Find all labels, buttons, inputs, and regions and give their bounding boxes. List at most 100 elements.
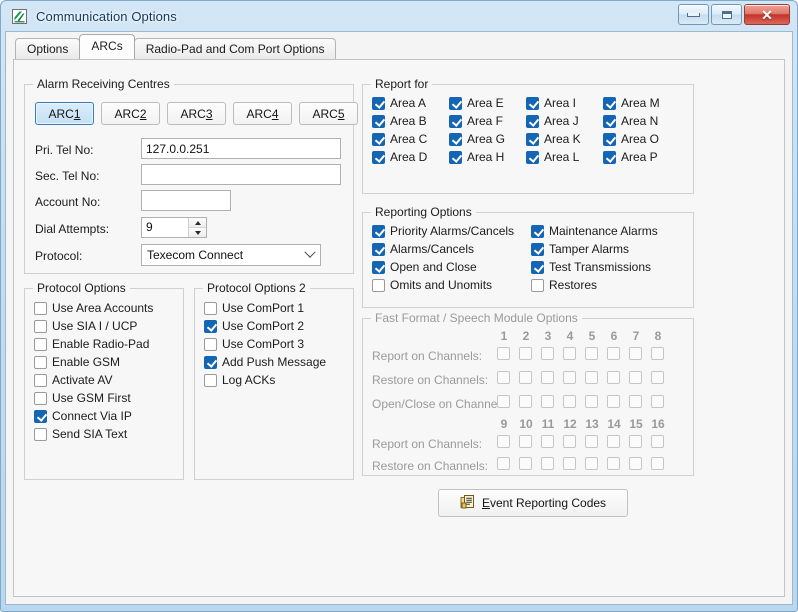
checkbox-send-sia-text[interactable]: Send SIA Text	[34, 427, 127, 441]
grid-checkbox-report-16[interactable]	[651, 435, 664, 448]
grid-checkbox-restore-12[interactable]	[563, 457, 576, 470]
checkbox-area-e[interactable]: Area E	[449, 96, 504, 110]
grid-checkbox-restore-8[interactable]	[651, 371, 664, 384]
grid-checkbox-restore-14[interactable]	[607, 457, 620, 470]
arc-button-3[interactable]: ARC 3	[167, 102, 226, 125]
dial-attempts-decrement-button[interactable]	[189, 227, 206, 237]
close-button[interactable]: ✕	[744, 4, 790, 25]
checkbox-area-p[interactable]: Area P	[603, 150, 658, 164]
checkbox-use-comport-1[interactable]: Use ComPort 1	[204, 301, 304, 315]
checkbox-area-o[interactable]: Area O	[603, 132, 659, 146]
checkbox-area-h[interactable]: Area H	[449, 150, 504, 164]
checkbox-area-l[interactable]: Area L	[526, 150, 579, 164]
grid-checkbox-restore-1[interactable]	[497, 371, 510, 384]
grid-checkbox-restore-5[interactable]	[585, 371, 598, 384]
checkbox-omits-and-unomits[interactable]: Omits and Unomits	[372, 278, 492, 292]
checkbox-use-sia-i-ucp[interactable]: Use SIA I / UCP	[34, 319, 137, 333]
checkbox-priority-alarms-cancels[interactable]: Priority Alarms/Cancels	[372, 224, 514, 238]
checkbox-area-n[interactable]: Area N	[603, 114, 658, 128]
maximize-button[interactable]	[711, 4, 742, 25]
grid-checkbox-report-7[interactable]	[629, 347, 642, 360]
protocol-select[interactable]: Texecom Connect	[141, 244, 321, 266]
grid-checkbox-report-1[interactable]	[497, 347, 510, 360]
checkbox-restores[interactable]: Restores	[531, 278, 597, 292]
grid-checkbox-restore-10[interactable]	[519, 457, 532, 470]
grid-checkbox-report-11[interactable]	[541, 435, 554, 448]
minimize-button[interactable]	[678, 4, 709, 25]
grid-checkbox-openclose-8[interactable]	[651, 395, 664, 408]
grid-checkbox-openclose-7[interactable]	[629, 395, 642, 408]
grid-checkbox-report-4[interactable]	[563, 347, 576, 360]
checkbox-add-push-message[interactable]: Add Push Message	[204, 355, 326, 369]
grid-checkbox-report-2[interactable]	[519, 347, 532, 360]
grid-checkbox-restore-13[interactable]	[585, 457, 598, 470]
grid-checkbox-openclose-2[interactable]	[519, 395, 532, 408]
account-no-input[interactable]	[141, 190, 231, 211]
grid-checkbox-openclose-1[interactable]	[497, 395, 510, 408]
arc-button-1[interactable]: ARC 1	[35, 102, 94, 125]
checkbox-area-g[interactable]: Area G	[449, 132, 505, 146]
checkbox-maintenance-alarms[interactable]: Maintenance Alarms	[531, 224, 658, 238]
grid-checkbox-report-5[interactable]	[585, 347, 598, 360]
checkbox-enable-radio-pad[interactable]: Enable Radio-Pad	[34, 337, 149, 351]
checkbox-connect-via-ip[interactable]: Connect Via IP	[34, 409, 132, 423]
checkbox-activate-av[interactable]: Activate AV	[34, 373, 112, 387]
checkbox-area-c[interactable]: Area C	[372, 132, 427, 146]
grid-checkbox-restore-6[interactable]	[607, 371, 620, 384]
checkbox-tamper-alarms[interactable]: Tamper Alarms	[531, 242, 629, 256]
checkbox-area-m[interactable]: Area M	[603, 96, 660, 110]
grid-checkbox-report-3[interactable]	[541, 347, 554, 360]
checkbox-use-comport-3[interactable]: Use ComPort 3	[204, 337, 304, 351]
checkbox-use-gsm-first[interactable]: Use GSM First	[34, 391, 131, 405]
checkbox-area-i[interactable]: Area I	[526, 96, 576, 110]
grid-checkbox-report-8[interactable]	[651, 347, 664, 360]
pri-tel-input[interactable]	[141, 138, 341, 159]
checkbox-use-comport-2[interactable]: Use ComPort 2	[204, 319, 304, 333]
checkbox-label: Area B	[390, 114, 427, 128]
grid-checkbox-report-10[interactable]	[519, 435, 532, 448]
checkbox-use-area-accounts[interactable]: Use Area Accounts	[34, 301, 153, 315]
checkbox-area-f[interactable]: Area F	[449, 114, 503, 128]
checkbox-box	[372, 225, 385, 238]
grid-checkbox-restore-16[interactable]	[651, 457, 664, 470]
grid-checkbox-openclose-4[interactable]	[563, 395, 576, 408]
grid-checkbox-restore-4[interactable]	[563, 371, 576, 384]
grid-checkbox-report-9[interactable]	[497, 435, 510, 448]
arc-button-2[interactable]: ARC 2	[101, 102, 160, 125]
grid-checkbox-report-12[interactable]	[563, 435, 576, 448]
grid-checkbox-restore-15[interactable]	[629, 457, 642, 470]
grid-checkbox-openclose-3[interactable]	[541, 395, 554, 408]
grid-checkbox-report-13[interactable]	[585, 435, 598, 448]
tab-options[interactable]: Options	[15, 38, 80, 59]
dial-attempts-increment-button[interactable]	[189, 218, 206, 227]
dial-attempts-stepper[interactable]: 9	[141, 217, 207, 238]
checkbox-alarms-cancels[interactable]: Alarms/Cancels	[372, 242, 474, 256]
sec-tel-input[interactable]	[141, 164, 341, 185]
checkbox-area-k[interactable]: Area K	[526, 132, 581, 146]
checkbox-area-j[interactable]: Area J	[526, 114, 579, 128]
grid-checkbox-restore-7[interactable]	[629, 371, 642, 384]
checkbox-area-a[interactable]: Area A	[372, 96, 426, 110]
grid-checkbox-restore-11[interactable]	[541, 457, 554, 470]
grid-checkbox-restore-3[interactable]	[541, 371, 554, 384]
checkbox-open-and-close[interactable]: Open and Close	[372, 260, 477, 274]
grid-checkbox-restore-2[interactable]	[519, 371, 532, 384]
grid-checkbox-report-14[interactable]	[607, 435, 620, 448]
grid-checkbox-report-15[interactable]	[629, 435, 642, 448]
event-reporting-codes-button[interactable]: Event Reporting Codes	[438, 489, 628, 517]
checkbox-test-transmissions[interactable]: Test Transmissions	[531, 260, 651, 274]
checkbox-area-b[interactable]: Area B	[372, 114, 427, 128]
grid-checkbox-report-6[interactable]	[607, 347, 620, 360]
checkbox-log-acks[interactable]: Log ACKs	[204, 373, 275, 387]
checkbox-enable-gsm[interactable]: Enable GSM	[34, 355, 120, 369]
tab-radio-pad-com-port-options[interactable]: Radio-Pad and Com Port Options	[134, 38, 337, 59]
checkbox-area-d[interactable]: Area D	[372, 150, 427, 164]
tab-arcs[interactable]: ARCs	[79, 34, 134, 59]
grid-checkbox-openclose-5[interactable]	[585, 395, 598, 408]
grid-checkbox-restore-9[interactable]	[497, 457, 510, 470]
arc-button-4[interactable]: ARC 4	[233, 102, 292, 125]
arc-button-5[interactable]: ARC 5	[299, 102, 358, 125]
checkbox-box	[34, 410, 47, 423]
dial-attempts-spin-buttons	[188, 218, 206, 237]
grid-checkbox-openclose-6[interactable]	[607, 395, 620, 408]
